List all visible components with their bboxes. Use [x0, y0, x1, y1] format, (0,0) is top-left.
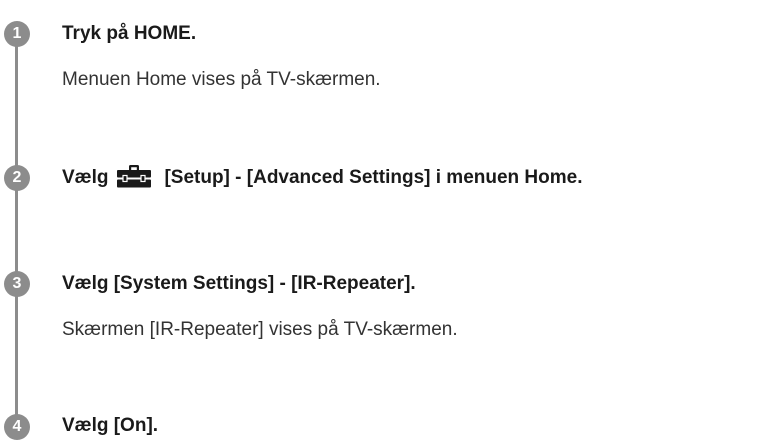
- step-title-suffix: [Setup] - [Advanced Settings] i menuen H…: [164, 167, 583, 189]
- step-title: Vælg [System Settings] - [IR-Repeater].: [62, 273, 416, 294]
- timeline-line: [15, 30, 18, 430]
- toolbox-icon: [116, 163, 152, 189]
- step-description: Skærmen [IR-Repeater] vises på TV-skærme…: [62, 319, 458, 340]
- step-number-badge: 3: [4, 271, 30, 297]
- step-number-badge: 2: [4, 165, 30, 191]
- step-title: Vælg [On].: [62, 415, 159, 436]
- step-title-prefix: Vælg: [62, 167, 109, 189]
- step-description: Menuen Home vises på TV-skærmen.: [62, 69, 381, 90]
- step-number-badge: 1: [4, 21, 30, 47]
- step-number-badge: 4: [4, 414, 30, 440]
- step-title: Vælg [Setup] - [Advanced Settings] i men…: [62, 165, 583, 191]
- step-title: Tryk på HOME.: [62, 23, 197, 44]
